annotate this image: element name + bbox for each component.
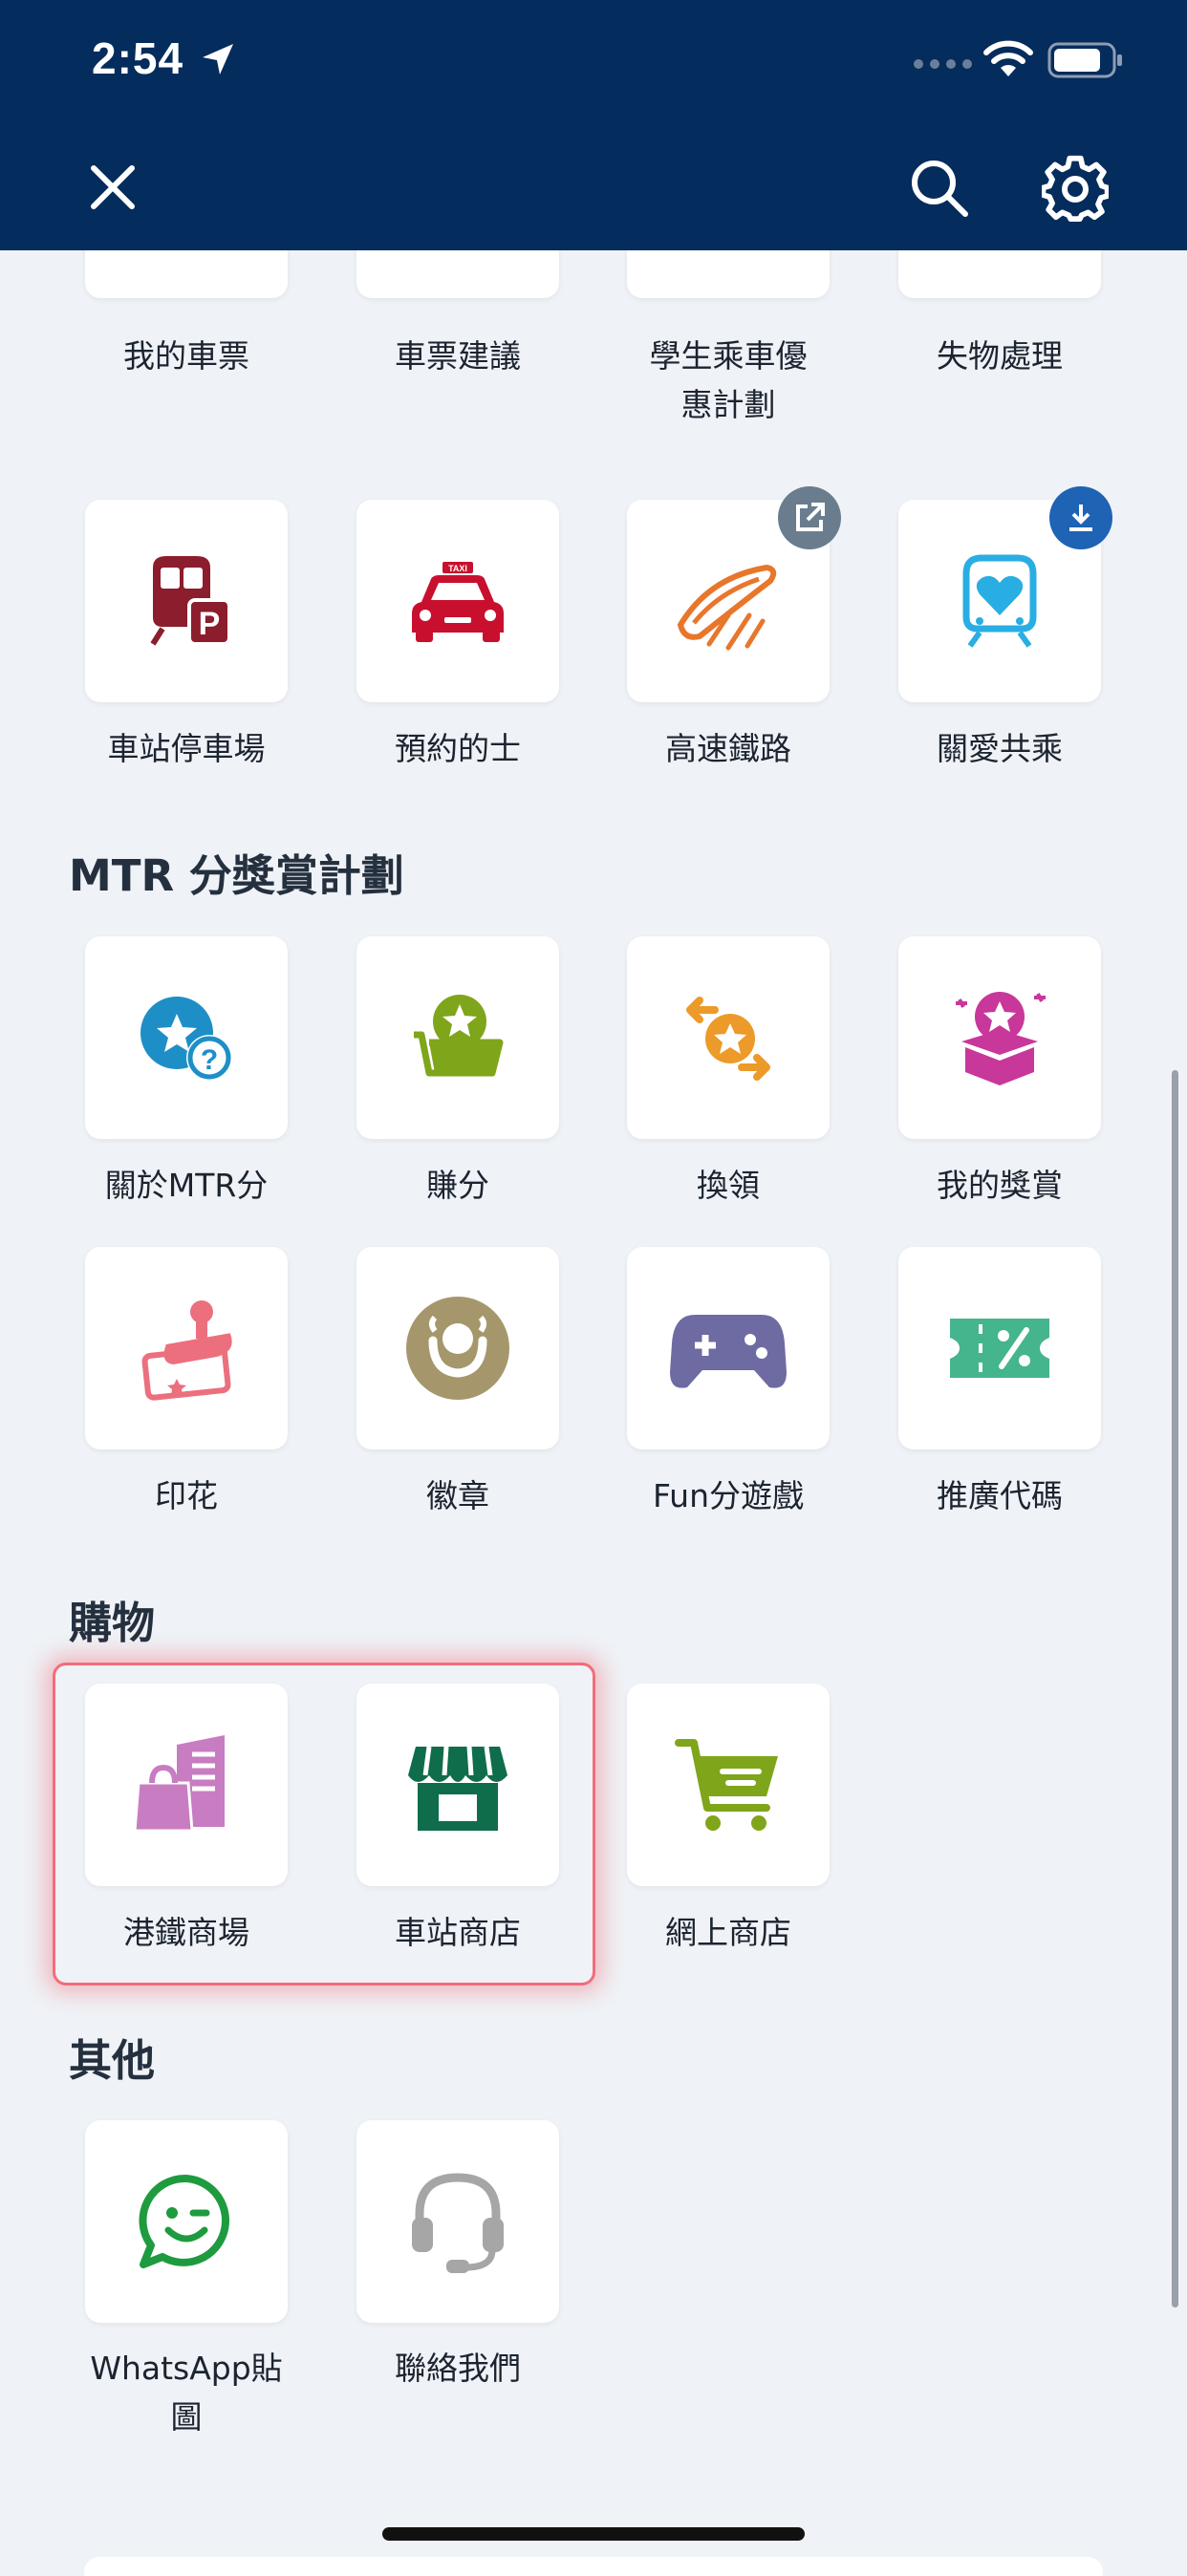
online-shop-label: 網上商店 [665,1914,791,1951]
park-and-ride-icon: P [150,556,231,646]
close-icon[interactable] [84,159,141,216]
lost-property-tile[interactable] [898,250,1101,298]
scrollbar[interactable] [1172,1070,1178,2308]
station-shop-icon [408,1746,507,1831]
rewards-section-title: MTR 分獎賞計劃 [69,850,404,901]
stamps-tile[interactable] [85,1247,288,1449]
caring-ride-label: 關愛共乘 [937,730,1063,767]
fun-games-tile[interactable] [627,1247,830,1449]
about-points-tile[interactable]: ? [85,936,288,1139]
whatsapp-sticker-tile[interactable] [85,2120,288,2323]
badge-icon [406,1297,509,1400]
my-rewards-tile[interactable] [898,936,1101,1139]
badges-label: 徽章 [426,1477,489,1514]
gear-icon[interactable] [1042,155,1109,222]
game-controller-icon [670,1315,787,1388]
taxi-label: 預約的士 [395,730,521,767]
redeem-tile[interactable] [627,936,830,1139]
whatsapp-sticker-label-line1: WhatsApp貼 [90,2350,283,2387]
high-speed-rail-label: 高速鐵路 [665,730,791,767]
taxi-tile[interactable]: TAXI [356,500,559,702]
svg-text:TAXI: TAXI [448,564,467,573]
park-and-ride-label: 車站停車場 [107,730,266,767]
promo-code-icon [950,1319,1049,1378]
bottom-card-edge [84,2557,1103,2576]
my-tickets-tile[interactable] [85,250,288,298]
student-travel-tile[interactable] [627,250,830,298]
whatsapp-sticker-label-line2: 圖 [170,2398,203,2436]
external-link-icon [796,503,825,531]
badges-tile[interactable] [356,1247,559,1449]
status-time: 2:54 [92,33,184,83]
online-shop-tile[interactable] [627,1684,830,1886]
stamps-label: 印花 [155,1477,218,1514]
battery-icon [1047,42,1122,78]
online-shop-icon [675,1739,778,1831]
lost-property-label: 失物處理 [937,337,1063,375]
my-rewards-label: 我的獎賞 [937,1167,1063,1204]
svg-text:?: ? [201,1044,218,1076]
search-icon[interactable] [908,157,971,220]
student-travel-label-line2: 惠計劃 [680,386,776,423]
ticket-suggestion-tile[interactable] [356,250,559,298]
svg-text:P: P [199,606,221,642]
ticket-suggestion-label: 車票建議 [395,337,521,375]
wifi-icon [983,40,1033,76]
cellular-signal-icon [914,59,972,69]
services-list: 我的車票 車票建議 學生乘車優 惠計劃 失物處理 P 車站停車場 TAXI 預約… [0,250,1187,2565]
fun-games-label: Fun分遊戲 [652,1477,804,1514]
contact-us-icon [412,2173,504,2273]
redeem-icon [686,997,770,1081]
earn-points-tile[interactable] [356,936,559,1139]
whatsapp-sticker-icon [139,2174,229,2268]
app-header: 2:54 [0,0,1187,250]
about-points-label: 關於MTR分 [104,1167,269,1204]
external-link-badge [778,486,841,549]
station-shops-tile[interactable] [356,1684,559,1886]
shopping-section-title: 購物 [69,1598,156,1648]
high-speed-rail-icon [677,564,777,651]
home-indicator[interactable] [382,2527,805,2541]
redeem-label: 換領 [697,1167,760,1204]
mtr-malls-label: 港鐵商場 [123,1914,249,1951]
earn-points-icon [414,995,504,1077]
download-badge [1049,486,1112,549]
taxi-icon: TAXI [412,562,504,642]
earn-points-label: 賺分 [426,1167,489,1204]
my-tickets-label: 我的車票 [123,337,249,375]
others-section-title: 其他 [69,2035,156,2086]
location-arrow-icon [203,44,233,75]
mall-icon [133,1735,225,1833]
park-and-ride-tile[interactable]: P [85,500,288,702]
stamp-icon [141,1300,232,1401]
download-icon [1069,504,1092,531]
contact-us-label: 聯絡我們 [395,2350,521,2387]
promo-code-tile[interactable] [898,1247,1101,1449]
station-shops-label: 車站商店 [395,1914,521,1951]
about-points-icon: ? [140,997,232,1081]
caring-ride-icon [962,554,1037,648]
contact-us-tile[interactable] [356,2120,559,2323]
my-rewards-icon [956,992,1046,1085]
mtr-malls-tile[interactable] [85,1684,288,1886]
promo-code-label: 推廣代碼 [937,1477,1063,1514]
student-travel-label-line1: 學生乘車優 [649,337,808,375]
